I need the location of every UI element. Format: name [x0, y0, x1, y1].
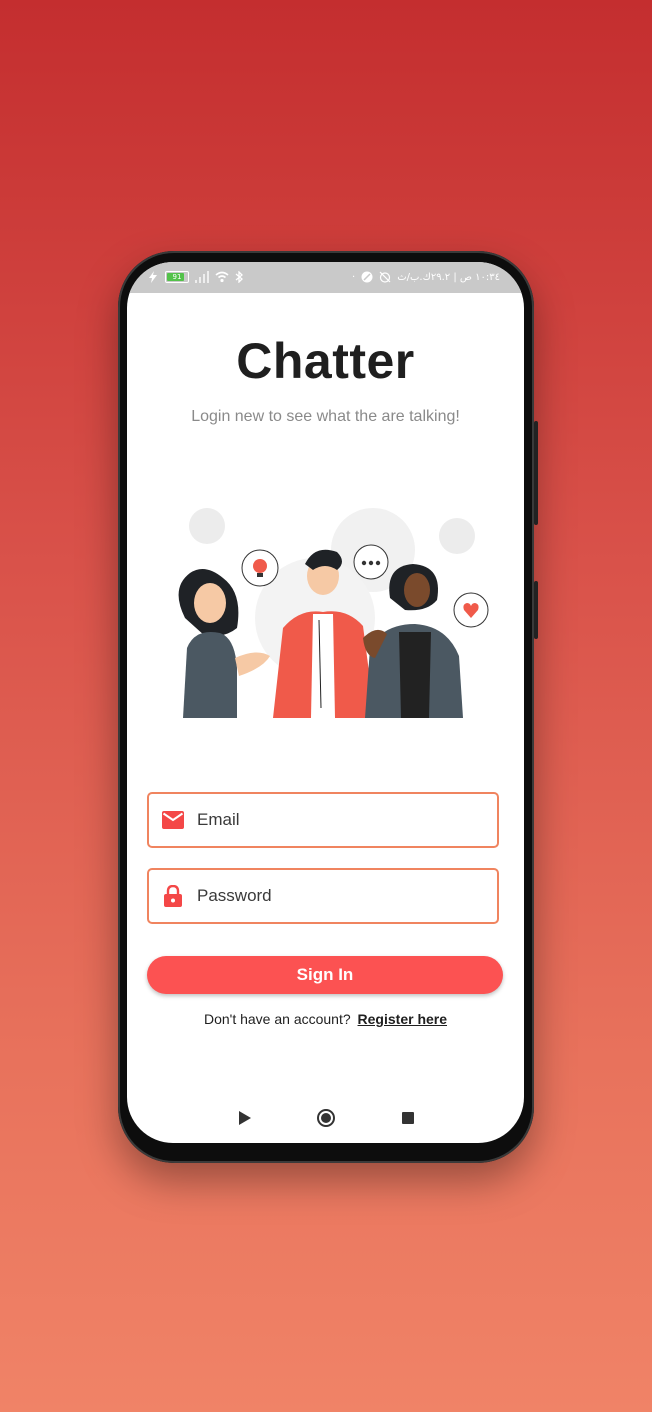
data-saver-icon — [361, 271, 373, 283]
power-button — [534, 581, 538, 639]
email-input[interactable] — [197, 810, 477, 830]
screen: 91 · ١٠:٣٤ ص | ٢٩.٢ك.ب/ث Chatter Login n… — [127, 262, 524, 1143]
people-talking-illustration — [178, 508, 489, 718]
sign-in-button[interactable]: Sign In — [147, 956, 503, 994]
signal-icon — [195, 271, 209, 283]
lock-icon — [161, 884, 185, 908]
dot-icon: · — [352, 271, 356, 283]
status-time: ١٠:٣٤ ص | ٢٩.٢ك.ب/ث — [397, 271, 500, 283]
register-row: Don't have an account? Register here — [127, 1011, 524, 1027]
mail-icon — [161, 808, 185, 832]
play-back-icon[interactable] — [239, 1111, 251, 1125]
email-field[interactable] — [147, 792, 499, 848]
phone-frame: 91 · ١٠:٣٤ ص | ٢٩.٢ك.ب/ث Chatter Login n… — [118, 251, 538, 1163]
home-circle-icon[interactable] — [317, 1109, 335, 1127]
battery-icon: 91 — [165, 271, 189, 283]
volume-button — [534, 421, 538, 525]
bluetooth-icon — [235, 271, 243, 283]
battery-level: 91 — [172, 273, 182, 281]
alarm-off-icon — [379, 271, 391, 283]
password-input[interactable] — [197, 886, 477, 906]
register-prompt: Don't have an account? — [203, 1011, 351, 1027]
wifi-icon — [215, 271, 229, 283]
status-bar: 91 · ١٠:٣٤ ص | ٢٩.٢ك.ب/ث — [127, 262, 524, 293]
register-link[interactable]: Register here — [358, 1011, 447, 1027]
charging-icon — [149, 271, 157, 283]
square-recent-icon[interactable] — [402, 1112, 414, 1124]
app-subtitle: Login new to see what the are talking! — [191, 408, 460, 425]
app-title: Chatter — [236, 333, 415, 389]
status-left: 91 — [147, 271, 243, 283]
password-field[interactable] — [147, 868, 499, 924]
status-right: · ١٠:٣٤ ص | ٢٩.٢ك.ب/ث — [352, 271, 500, 283]
navigation-bar — [127, 1107, 524, 1131]
